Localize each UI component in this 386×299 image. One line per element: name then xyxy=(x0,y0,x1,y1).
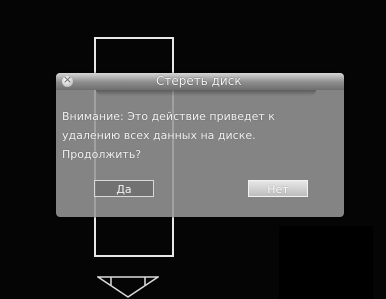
dialog-message: Внимание: Это действие приведет к удален… xyxy=(62,110,275,161)
header-shade xyxy=(96,90,316,96)
no-button[interactable]: Нет xyxy=(248,180,308,197)
dialog-header: Стереть диск xyxy=(56,73,344,90)
down-arrow-icon xyxy=(97,276,159,298)
erase-disk-dialog: Стереть диск Внимание: Это действие прив… xyxy=(56,73,344,217)
yes-button[interactable]: Да xyxy=(94,180,154,197)
screen: Стереть диск Внимание: Это действие прив… xyxy=(0,0,386,299)
dark-panel xyxy=(279,226,373,299)
dialog-title: Стереть диск xyxy=(156,74,242,88)
close-icon[interactable] xyxy=(62,73,73,87)
